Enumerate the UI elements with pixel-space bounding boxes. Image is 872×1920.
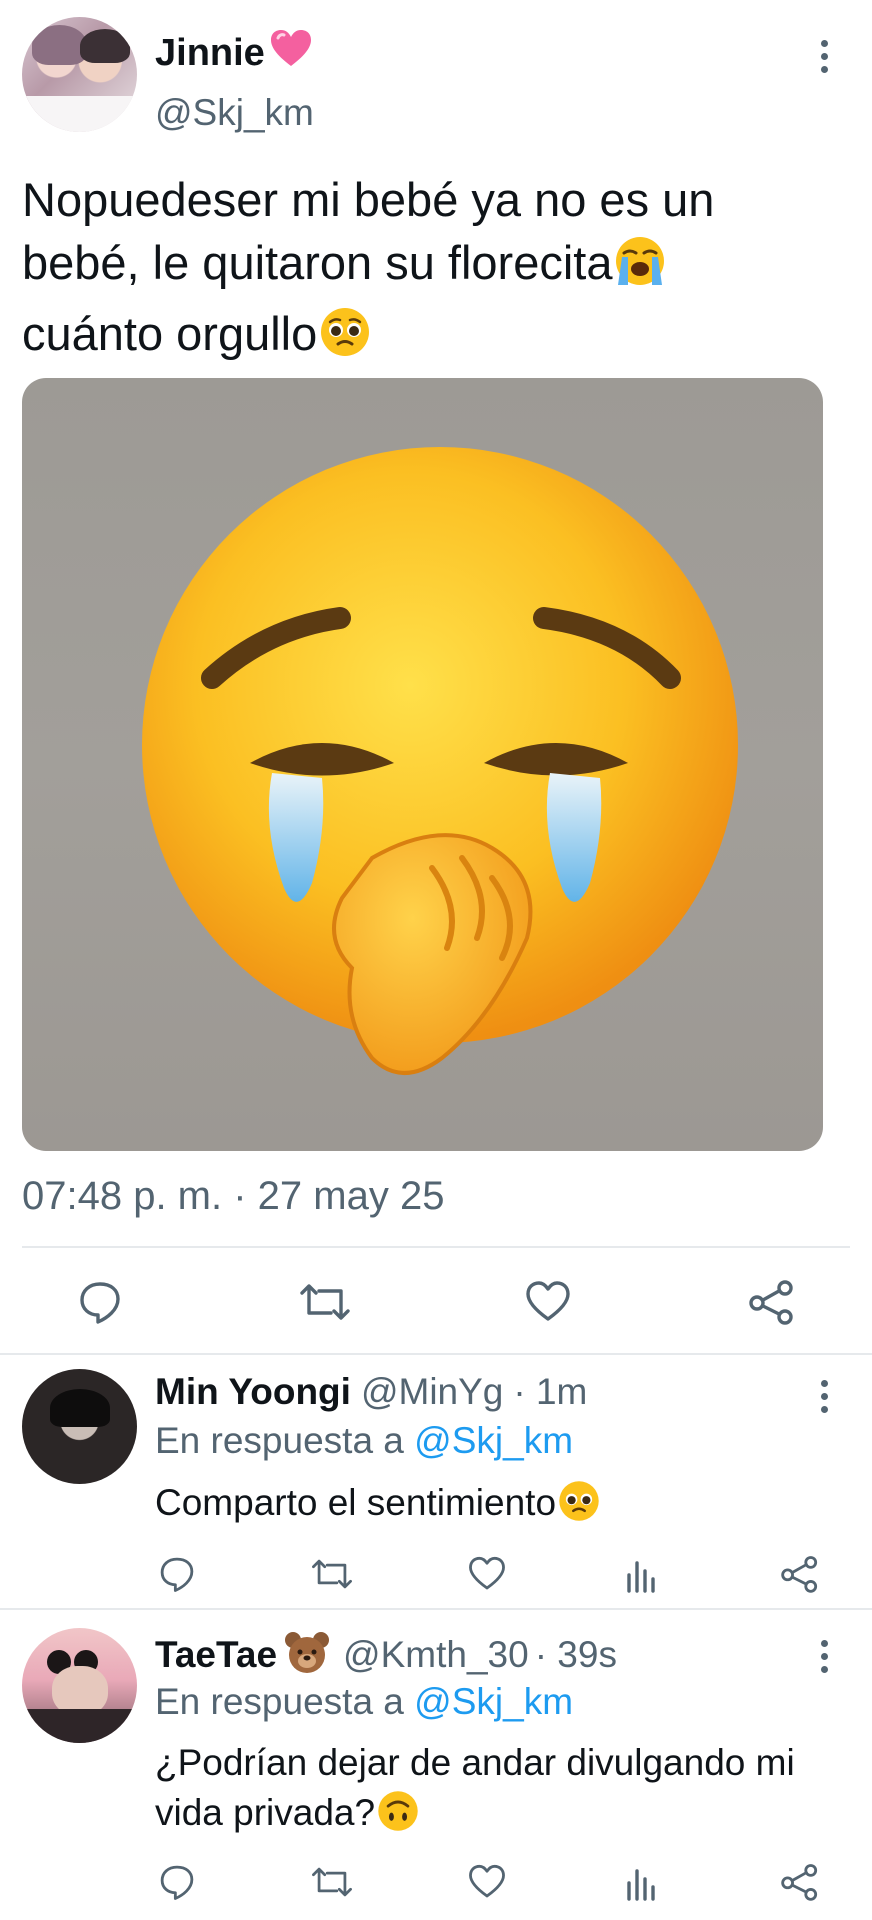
upside-down-face-emoji xyxy=(375,1789,421,1846)
reply-time: · 1m xyxy=(513,1371,588,1412)
author-display-name: Jinnie xyxy=(155,32,265,74)
author-name-row[interactable]: Jinnie xyxy=(155,28,313,78)
like-icon[interactable] xyxy=(462,1859,512,1905)
divider xyxy=(0,1608,872,1610)
loudly-crying-emoji xyxy=(612,235,668,302)
reply-header[interactable]: Min Yoongi @MinYg · 1m xyxy=(155,1370,587,1414)
reply-display-name: TaeTae xyxy=(155,1633,278,1675)
retweet-icon[interactable] xyxy=(307,1859,357,1905)
views-icon[interactable] xyxy=(617,1551,667,1597)
reply-text-body: Comparto el sentimiento xyxy=(155,1482,557,1523)
reply-handle: @Kmth_30 xyxy=(343,1633,529,1675)
author-handle[interactable]: @Skj_km xyxy=(155,91,314,135)
like-icon[interactable] xyxy=(462,1551,512,1597)
share-icon[interactable] xyxy=(742,1276,802,1328)
reply-display-name: Min Yoongi xyxy=(155,1371,351,1412)
author-avatar[interactable] xyxy=(22,17,137,132)
divider xyxy=(0,1353,872,1355)
retweet-icon[interactable] xyxy=(295,1276,355,1328)
views-icon[interactable] xyxy=(617,1859,667,1905)
divider xyxy=(22,1246,850,1248)
crying-face-hand-over-mouth-icon xyxy=(142,447,738,1075)
tweet-media-image[interactable] xyxy=(22,378,823,1151)
tweet-timestamp[interactable]: 07:48 p. m. · 27 may 25 xyxy=(22,1172,444,1220)
reply-icon[interactable] xyxy=(152,1551,202,1597)
share-icon[interactable] xyxy=(775,1551,825,1597)
reply-text: Comparto el sentimiento xyxy=(155,1478,602,1536)
reply-text-body: ¿Podrían dejar de andar divulgando mi vi… xyxy=(155,1742,795,1833)
reply-avatar[interactable] xyxy=(22,1628,137,1743)
reply-icon[interactable] xyxy=(70,1276,130,1328)
pleading-face-emoji xyxy=(556,1479,602,1536)
pleading-face-emoji xyxy=(317,306,373,373)
replying-to-mention[interactable]: @Skj_km xyxy=(414,1420,573,1461)
retweet-icon[interactable] xyxy=(307,1551,357,1597)
heart-emoji xyxy=(269,28,313,78)
more-options-icon[interactable] xyxy=(809,1380,839,1413)
replying-to-prefix: En respuesta a xyxy=(155,1420,404,1461)
tweet-text: Nopuedeser mi bebé ya no es un bebé, le … xyxy=(22,168,842,373)
replying-to: En respuesta a @Skj_km xyxy=(155,1680,573,1724)
reply-handle: @MinYg xyxy=(360,1371,504,1412)
reply-header[interactable]: TaeTae @Kmth_30 · 39s xyxy=(155,1630,617,1679)
reply-text: ¿Podrían dejar de andar divulgando mi vi… xyxy=(155,1738,835,1846)
reply-icon[interactable] xyxy=(152,1859,202,1905)
replying-to: En respuesta a @Skj_km xyxy=(155,1419,573,1463)
replying-to-prefix: En respuesta a xyxy=(155,1681,404,1722)
reply-avatar[interactable] xyxy=(22,1369,137,1484)
bear-emoji xyxy=(283,1630,331,1679)
tweet-text-body: Nopuedeser mi bebé ya no es un bebé, le … xyxy=(22,173,715,289)
tweet-text-line-3: cuánto orgullo xyxy=(22,307,318,360)
more-options-icon[interactable] xyxy=(809,40,839,73)
like-icon[interactable] xyxy=(518,1276,578,1328)
more-options-icon[interactable] xyxy=(809,1640,839,1673)
share-icon[interactable] xyxy=(775,1859,825,1905)
reply-time: · 39s xyxy=(534,1633,617,1675)
replying-to-mention[interactable]: @Skj_km xyxy=(414,1681,573,1722)
